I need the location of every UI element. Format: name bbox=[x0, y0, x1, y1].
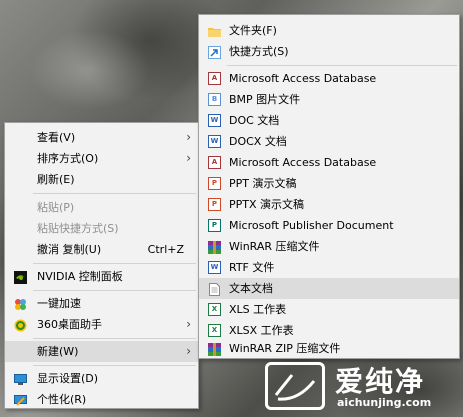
menu-item-label: 个性化(R) bbox=[37, 393, 87, 406]
menu-item-label: XLSX 工作表 bbox=[229, 324, 294, 337]
winrar-zip-icon bbox=[208, 343, 221, 356]
menu-item-view[interactable]: 查看(V) › bbox=[5, 127, 198, 148]
submenu-item-bmp-image[interactable]: B BMP 图片文件 bbox=[199, 89, 459, 110]
menu-item-label: 粘贴快捷方式(S) bbox=[37, 222, 119, 235]
menu-item-label: 撤消 复制(U) bbox=[37, 243, 102, 256]
menu-item-label: 文本文档 bbox=[229, 282, 273, 295]
menu-item-label: Microsoft Access Database bbox=[229, 72, 377, 85]
display-icon bbox=[14, 372, 27, 385]
chevron-right-icon: › bbox=[186, 317, 191, 331]
menu-item-label: Microsoft Access Database bbox=[229, 156, 377, 169]
word-doc-icon: W bbox=[208, 114, 221, 127]
menu-item-label: DOC 文档 bbox=[229, 114, 280, 127]
360-icon bbox=[14, 318, 27, 332]
menu-item-paste[interactable]: 粘贴(P) bbox=[5, 197, 198, 218]
submenu-item-text-document[interactable]: 文本文档 bbox=[199, 278, 459, 299]
access-icon: A bbox=[208, 72, 221, 85]
submenu-item-xlsx[interactable]: X XLSX 工作表 bbox=[199, 320, 459, 341]
menu-item-sort-by[interactable]: 排序方式(O) › bbox=[5, 148, 198, 169]
chevron-right-icon: › bbox=[186, 151, 191, 165]
text-document-icon bbox=[208, 282, 221, 296]
menu-item-nvidia-control-panel[interactable]: NVIDIA 控制面板 bbox=[5, 266, 198, 287]
personalize-icon bbox=[14, 393, 27, 406]
shortcut-icon bbox=[208, 45, 221, 59]
folder-icon bbox=[208, 24, 221, 37]
bmp-image-icon: B bbox=[208, 93, 221, 106]
menu-item-label: DOCX 文档 bbox=[229, 135, 287, 148]
submenu-item-winrar[interactable]: WinRAR 压缩文件 bbox=[199, 236, 459, 257]
menu-separator bbox=[33, 290, 196, 291]
menu-item-label: 360桌面助手 bbox=[37, 318, 102, 331]
menu-item-label: NVIDIA 控制面板 bbox=[37, 270, 123, 283]
menu-item-label: PPTX 演示文稿 bbox=[229, 198, 305, 211]
nvidia-icon bbox=[14, 270, 27, 284]
menu-item-label: 快捷方式(S) bbox=[229, 45, 289, 58]
submenu-item-access-database[interactable]: A Microsoft Access Database bbox=[199, 68, 459, 89]
menu-separator bbox=[33, 338, 196, 339]
publisher-icon: P bbox=[208, 219, 221, 232]
menu-separator bbox=[33, 263, 196, 264]
submenu-item-shortcut[interactable]: 快捷方式(S) bbox=[199, 41, 459, 62]
rtf-icon: W bbox=[208, 261, 221, 274]
menu-item-one-click-boost[interactable]: 一键加速 bbox=[5, 293, 198, 314]
menu-item-new[interactable]: 新建(W) › bbox=[5, 341, 198, 362]
winrar-icon bbox=[208, 240, 221, 254]
logo-mark-icon bbox=[265, 362, 325, 410]
submenu-item-winrar-zip[interactable]: WinRAR ZIP 压缩文件 bbox=[199, 341, 459, 357]
menu-separator bbox=[33, 193, 196, 194]
watermark-url: aichunjing.com bbox=[337, 396, 432, 409]
watermark-logo: 爱纯净 aichunjing.com bbox=[265, 358, 460, 413]
menu-item-360-desktop-assistant[interactable]: 360桌面助手 › bbox=[5, 314, 198, 335]
menu-item-label: XLS 工作表 bbox=[229, 303, 287, 316]
submenu-item-publisher[interactable]: P Microsoft Publisher Document bbox=[199, 215, 459, 236]
menu-item-label: WinRAR ZIP 压缩文件 bbox=[229, 342, 341, 355]
access-icon: A bbox=[208, 156, 221, 169]
menu-item-label: 查看(V) bbox=[37, 131, 76, 144]
desktop-context-menu: 查看(V) › 排序方式(O) › 刷新(E) 粘贴(P) 粘贴快捷方式(S) … bbox=[4, 122, 199, 409]
watermark-brand: 爱纯净 bbox=[335, 365, 426, 398]
menu-item-label: 显示设置(D) bbox=[37, 372, 99, 385]
menu-item-undo-copy[interactable]: 撤消 复制(U) Ctrl+Z bbox=[5, 239, 198, 260]
powerpoint-ppt-icon: P bbox=[208, 177, 221, 190]
menu-item-label: BMP 图片文件 bbox=[229, 93, 301, 106]
menu-item-label: 粘贴(P) bbox=[37, 201, 75, 214]
submenu-item-rtf[interactable]: W RTF 文件 bbox=[199, 257, 459, 278]
powerpoint-pptx-icon: P bbox=[208, 198, 221, 211]
submenu-item-pptx[interactable]: P PPTX 演示文稿 bbox=[199, 194, 459, 215]
menu-item-personalize[interactable]: 个性化(R) bbox=[5, 389, 198, 410]
submenu-item-ppt[interactable]: P PPT 演示文稿 bbox=[199, 173, 459, 194]
submenu-item-access-database-2[interactable]: A Microsoft Access Database bbox=[199, 152, 459, 173]
menu-separator bbox=[33, 365, 196, 366]
chevron-right-icon: › bbox=[186, 130, 191, 144]
submenu-item-xls[interactable]: X XLS 工作表 bbox=[199, 299, 459, 320]
submenu-item-doc[interactable]: W DOC 文档 bbox=[199, 110, 459, 131]
menu-item-label: 新建(W) bbox=[37, 345, 79, 358]
menu-item-label: PPT 演示文稿 bbox=[229, 177, 297, 190]
boost-icon bbox=[14, 297, 27, 310]
menu-item-label: WinRAR 压缩文件 bbox=[229, 240, 320, 253]
submenu-item-docx[interactable]: W DOCX 文档 bbox=[199, 131, 459, 152]
menu-item-label: 一键加速 bbox=[37, 297, 81, 310]
menu-separator bbox=[227, 65, 457, 66]
menu-item-display-settings[interactable]: 显示设置(D) bbox=[5, 368, 198, 389]
menu-item-shortcut: Ctrl+Z bbox=[147, 243, 184, 256]
excel-xlsx-icon: X bbox=[208, 324, 221, 337]
menu-item-refresh[interactable]: 刷新(E) bbox=[5, 169, 198, 190]
menu-item-label: RTF 文件 bbox=[229, 261, 275, 274]
menu-item-label: 排序方式(O) bbox=[37, 152, 99, 165]
excel-xls-icon: X bbox=[208, 303, 221, 316]
menu-item-label: 刷新(E) bbox=[37, 173, 75, 186]
menu-item-paste-shortcut[interactable]: 粘贴快捷方式(S) bbox=[5, 218, 198, 239]
chevron-right-icon: › bbox=[186, 344, 191, 358]
menu-item-label: 文件夹(F) bbox=[229, 24, 277, 37]
word-docx-icon: W bbox=[208, 135, 221, 148]
submenu-item-folder[interactable]: 文件夹(F) bbox=[199, 20, 459, 41]
menu-item-label: Microsoft Publisher Document bbox=[229, 219, 394, 232]
new-submenu: 文件夹(F) 快捷方式(S) A Microsoft Access Databa… bbox=[198, 14, 460, 359]
